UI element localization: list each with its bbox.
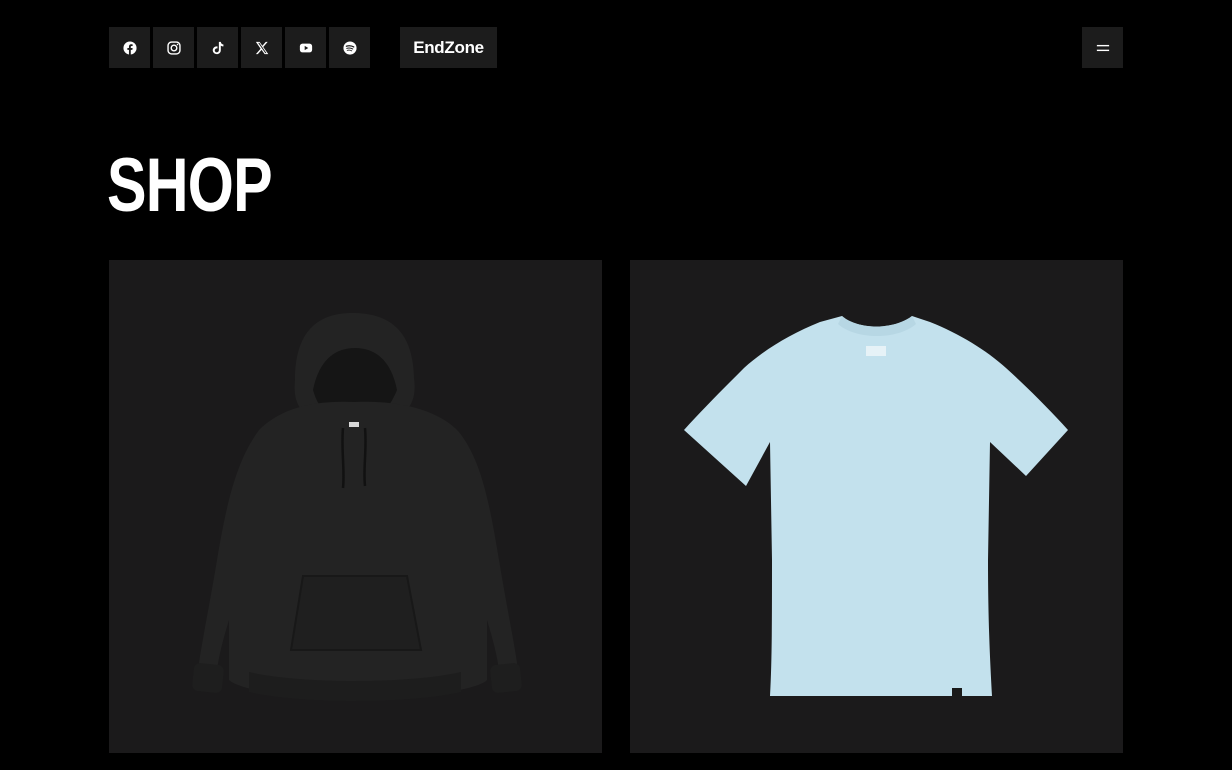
page-title: SHOP	[107, 143, 273, 228]
facebook-link[interactable]	[109, 27, 150, 68]
spotify-link[interactable]	[329, 27, 370, 68]
product-card-hoodie[interactable]	[109, 260, 602, 753]
social-links	[109, 27, 370, 68]
black-hoodie-image	[192, 312, 522, 701]
light-blue-tshirt-image	[684, 316, 1068, 698]
tiktok-link[interactable]	[197, 27, 238, 68]
instagram-link[interactable]	[153, 27, 194, 68]
facebook-icon	[122, 40, 137, 55]
x-icon	[255, 41, 268, 54]
instagram-icon	[166, 40, 181, 55]
youtube-link[interactable]	[285, 27, 326, 68]
tiktok-icon	[212, 41, 223, 54]
site-header: EndZone	[109, 27, 1123, 69]
menu-icon	[1096, 44, 1109, 51]
site-logo[interactable]: EndZone	[400, 27, 497, 68]
product-card-tshirt[interactable]	[630, 260, 1123, 753]
spotify-icon	[342, 40, 357, 55]
logo-text: EndZone	[413, 37, 484, 57]
menu-button[interactable]	[1082, 27, 1123, 68]
youtube-icon	[299, 43, 312, 52]
x-link[interactable]	[241, 27, 282, 68]
